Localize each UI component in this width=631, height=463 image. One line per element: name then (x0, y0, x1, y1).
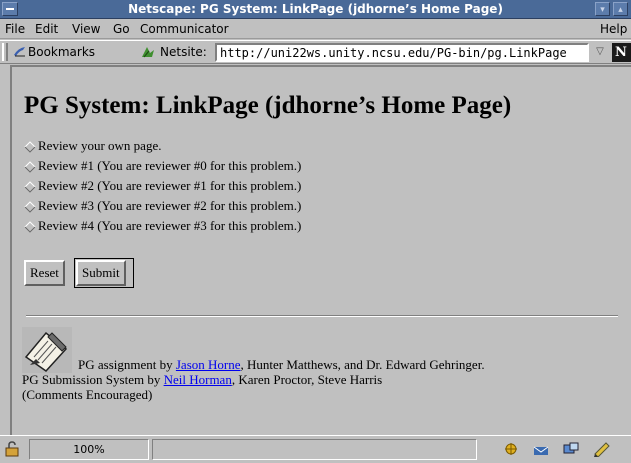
status-bar: 100% (0, 435, 631, 463)
radio-diamond-icon[interactable] (24, 141, 36, 153)
radio-diamond-icon[interactable] (24, 201, 36, 213)
page-footer: PG assignment by Jason Horne, Hunter Mat… (22, 324, 622, 414)
footer-comments: (Comments Encouraged) (22, 387, 153, 402)
netscape-logo-icon[interactable]: N (612, 43, 631, 62)
footer-system-prefix: PG Submission System by (22, 372, 161, 387)
option-label: Review #3 (You are reviewer #2 for this … (38, 198, 302, 213)
footer-system-suffix: , Karen Proctor, Steve Harris (231, 372, 383, 387)
progress-zoom: 100% (29, 439, 149, 460)
url-field[interactable] (215, 43, 589, 62)
footer-line-2: PG Submission System by Neil Horman, Kar… (22, 372, 382, 388)
component-tray (482, 439, 628, 460)
radio-diamond-icon[interactable] (24, 221, 36, 233)
neil-horman-link[interactable]: Neil Horman (164, 372, 232, 387)
submit-button[interactable]: Submit (76, 260, 126, 286)
netsite-icon (142, 47, 154, 58)
url-dropdown-icon[interactable]: ▽ (591, 43, 609, 62)
composer-icon[interactable] (592, 441, 612, 457)
option-label: Review #2 (You are reviewer #1 for this … (38, 178, 302, 193)
menu-help[interactable]: Help (600, 22, 627, 36)
pg-logo-icon (22, 327, 72, 373)
menu-communicator[interactable]: Communicator (140, 22, 229, 36)
page-title: PG System: LinkPage (jdhorne’s Home Page… (24, 92, 512, 119)
menu-edit[interactable]: Edit (35, 22, 58, 36)
footer-line-1: PG assignment by Jason Horne, Hunter Mat… (78, 357, 485, 373)
footer-credit-prefix: PG assignment by (78, 357, 173, 372)
menu-go[interactable]: Go (113, 22, 130, 36)
location-toolbar: Bookmarks Netsite: ▽ N (0, 40, 631, 64)
footer-credit-suffix: , Hunter Matthews, and Dr. Edward Gehrin… (240, 357, 485, 372)
bookmarks-button[interactable]: Bookmarks (28, 45, 95, 59)
option-label: Review your own page. (38, 138, 162, 153)
discussion-icon[interactable] (562, 441, 580, 457)
option-label: Review #4 (You are reviewer #3 for this … (38, 218, 302, 233)
menu-bar: File Edit View Go Communicator Help (0, 19, 631, 39)
maximize-button[interactable]: ▴ (613, 2, 628, 16)
option-label: Review #1 (You are reviewer #0 for this … (38, 158, 302, 173)
netsite-label: Netsite: (160, 45, 207, 59)
mailbox-icon[interactable] (532, 441, 552, 457)
minimize-button[interactable]: ▾ (595, 2, 610, 16)
menu-view[interactable]: View (72, 22, 100, 36)
divider (26, 315, 618, 317)
status-message (152, 439, 477, 460)
radio-diamond-icon[interactable] (24, 181, 36, 193)
security-lock-icon[interactable] (4, 441, 20, 457)
page-content: PG System: LinkPage (jdhorne’s Home Page… (10, 65, 631, 435)
jason-horne-link[interactable]: Jason Horne (176, 357, 241, 372)
bookmarks-icon (14, 47, 25, 57)
menu-file[interactable]: File (5, 22, 25, 36)
window-titlebar: Netscape: PG System: LinkPage (jdhorne’s… (0, 0, 631, 19)
navigator-icon[interactable] (502, 441, 520, 457)
window-title: Netscape: PG System: LinkPage (jdhorne’s… (128, 2, 503, 16)
reset-button[interactable]: Reset (24, 260, 65, 286)
toolbar-grip[interactable] (2, 43, 8, 61)
radio-diamond-icon[interactable] (24, 161, 36, 173)
